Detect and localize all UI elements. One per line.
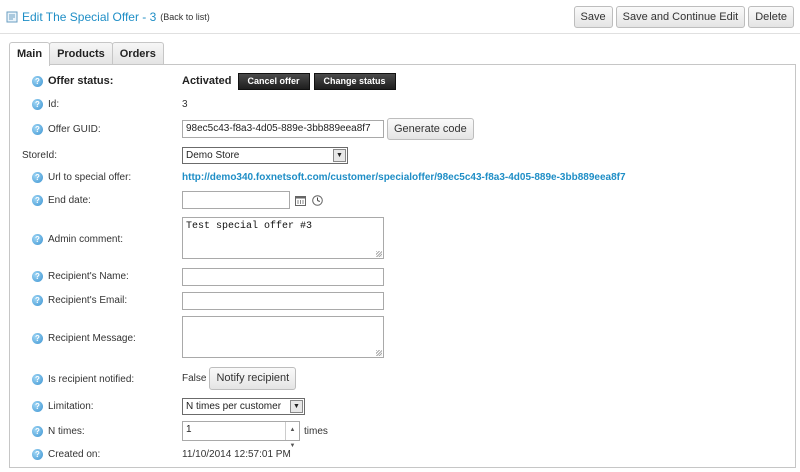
- tab-main[interactable]: Main: [9, 42, 51, 66]
- recipient-message-textarea[interactable]: [182, 316, 384, 358]
- limitation-select[interactable]: N times per customer ▼: [182, 397, 305, 415]
- recipient-message-label: Recipient Message:: [48, 332, 136, 344]
- resize-grip-icon[interactable]: [376, 350, 382, 356]
- url-label: Url to special offer:: [48, 171, 132, 183]
- recipient-name-label: Recipient's Name:: [48, 270, 129, 282]
- limitation-row: ? Limitation:: [32, 396, 94, 416]
- help-icon[interactable]: ?: [32, 98, 43, 110]
- guid-row: ? Offer GUID:: [32, 119, 101, 139]
- store-selected-value: Demo Store: [186, 149, 240, 161]
- recipient-email-label: Recipient's Email:: [48, 294, 128, 306]
- end-date-input[interactable]: [182, 191, 290, 209]
- help-icon[interactable]: ?: [32, 270, 43, 282]
- n-times-label: N times:: [48, 425, 85, 437]
- main-panel: ? Offer status: Activated Cancel offer C…: [9, 64, 796, 468]
- limitation-selected-value: N times per customer: [186, 400, 282, 412]
- guid-input[interactable]: 98ec5c43-f8a3-4d05-889e-3bb889eea8f7: [182, 120, 384, 138]
- id-value: 3: [182, 98, 188, 110]
- id-label: Id:: [48, 98, 60, 110]
- store-label: StoreId:: [22, 149, 58, 161]
- admin-comment-label: Admin comment:: [48, 233, 124, 245]
- cancel-offer-button[interactable]: Cancel offer: [237, 72, 310, 90]
- offer-status-value: Activated: [182, 75, 232, 87]
- recipient-name-input[interactable]: [182, 268, 384, 286]
- end-date-row: ? End date:: [32, 190, 91, 210]
- offer-status-row: ? Offer status:: [32, 71, 113, 91]
- help-icon[interactable]: ?: [32, 332, 43, 344]
- save-continue-button[interactable]: Save and Continue Edit: [615, 6, 746, 28]
- offer-status-label: Offer status:: [48, 75, 114, 87]
- store-row: StoreId:: [22, 145, 57, 165]
- notified-row: ? Is recipient notified:: [32, 369, 134, 389]
- delete-button[interactable]: Delete: [748, 6, 794, 28]
- recipient-message-row: ? Recipient Message:: [32, 328, 136, 348]
- help-icon[interactable]: ?: [32, 400, 43, 412]
- n-times-row: ? N times:: [32, 421, 85, 441]
- change-status-button[interactable]: Change status: [313, 72, 396, 90]
- help-icon[interactable]: ?: [32, 194, 43, 206]
- help-icon[interactable]: ?: [32, 75, 43, 87]
- admin-comment-text: Test special offer #3: [186, 221, 313, 232]
- help-icon[interactable]: ?: [32, 233, 43, 245]
- created-on-label: Created on:: [48, 448, 101, 460]
- recipient-email-input[interactable]: [182, 292, 384, 310]
- header-divider: [0, 33, 800, 34]
- tab-orders[interactable]: Orders: [111, 42, 164, 65]
- help-icon[interactable]: ?: [32, 123, 43, 135]
- stepper-controls: ▲ ▼: [285, 422, 299, 449]
- help-icon[interactable]: ?: [32, 425, 43, 437]
- clock-icon[interactable]: [310, 193, 324, 207]
- store-select[interactable]: Demo Store ▼: [182, 146, 348, 164]
- admin-comment-row: ? Admin comment:: [32, 229, 123, 249]
- n-times-value: 1: [186, 424, 192, 435]
- admin-comment-textarea[interactable]: Test special offer #3: [182, 217, 384, 259]
- notify-recipient-button[interactable]: Notify recipient: [209, 366, 297, 390]
- page-title: Edit The Special Offer - 3 (Back to list…: [6, 10, 210, 24]
- url-row: ? Url to special offer:: [32, 167, 131, 187]
- n-times-stepper[interactable]: 1 ▲ ▼: [182, 421, 300, 449]
- guid-label: Offer GUID:: [48, 123, 101, 135]
- tab-products[interactable]: Products: [49, 42, 113, 65]
- back-to-list-link[interactable]: (Back to list): [160, 12, 210, 22]
- notified-label: Is recipient notified:: [48, 373, 135, 385]
- calendar-icon[interactable]: [293, 193, 307, 207]
- edit-document-icon: [6, 11, 18, 23]
- help-icon[interactable]: ?: [32, 373, 43, 385]
- notified-value: False: [182, 372, 207, 384]
- id-row: ? Id:: [32, 94, 59, 114]
- n-times-suffix: times: [304, 425, 328, 437]
- tab-strip: Main Products Orders: [9, 42, 164, 66]
- limitation-label: Limitation:: [48, 400, 94, 412]
- created-on-row: ? Created on:: [32, 444, 100, 464]
- chevron-down-icon: ▼: [333, 148, 346, 162]
- recipient-name-row: ? Recipient's Name:: [32, 266, 129, 286]
- stepper-up-icon[interactable]: ▲: [286, 422, 299, 438]
- resize-grip-icon[interactable]: [376, 251, 382, 257]
- created-on-value: 11/10/2014 12:57:01 PM: [182, 448, 291, 460]
- chevron-down-icon: ▼: [290, 399, 303, 413]
- special-offer-url-link[interactable]: http://demo340.foxnetsoft.com/customer/s…: [182, 172, 626, 183]
- header-bar: Edit The Special Offer - 3 (Back to list…: [0, 0, 800, 34]
- page-title-text: Edit The Special Offer - 3: [22, 10, 157, 24]
- help-icon[interactable]: ?: [32, 171, 43, 183]
- save-button[interactable]: Save: [573, 6, 613, 28]
- help-icon[interactable]: ?: [32, 294, 43, 306]
- end-date-label: End date:: [48, 194, 91, 206]
- help-icon[interactable]: ?: [32, 448, 43, 460]
- recipient-email-row: ? Recipient's Email:: [32, 290, 127, 310]
- generate-code-button[interactable]: Generate code: [387, 118, 474, 140]
